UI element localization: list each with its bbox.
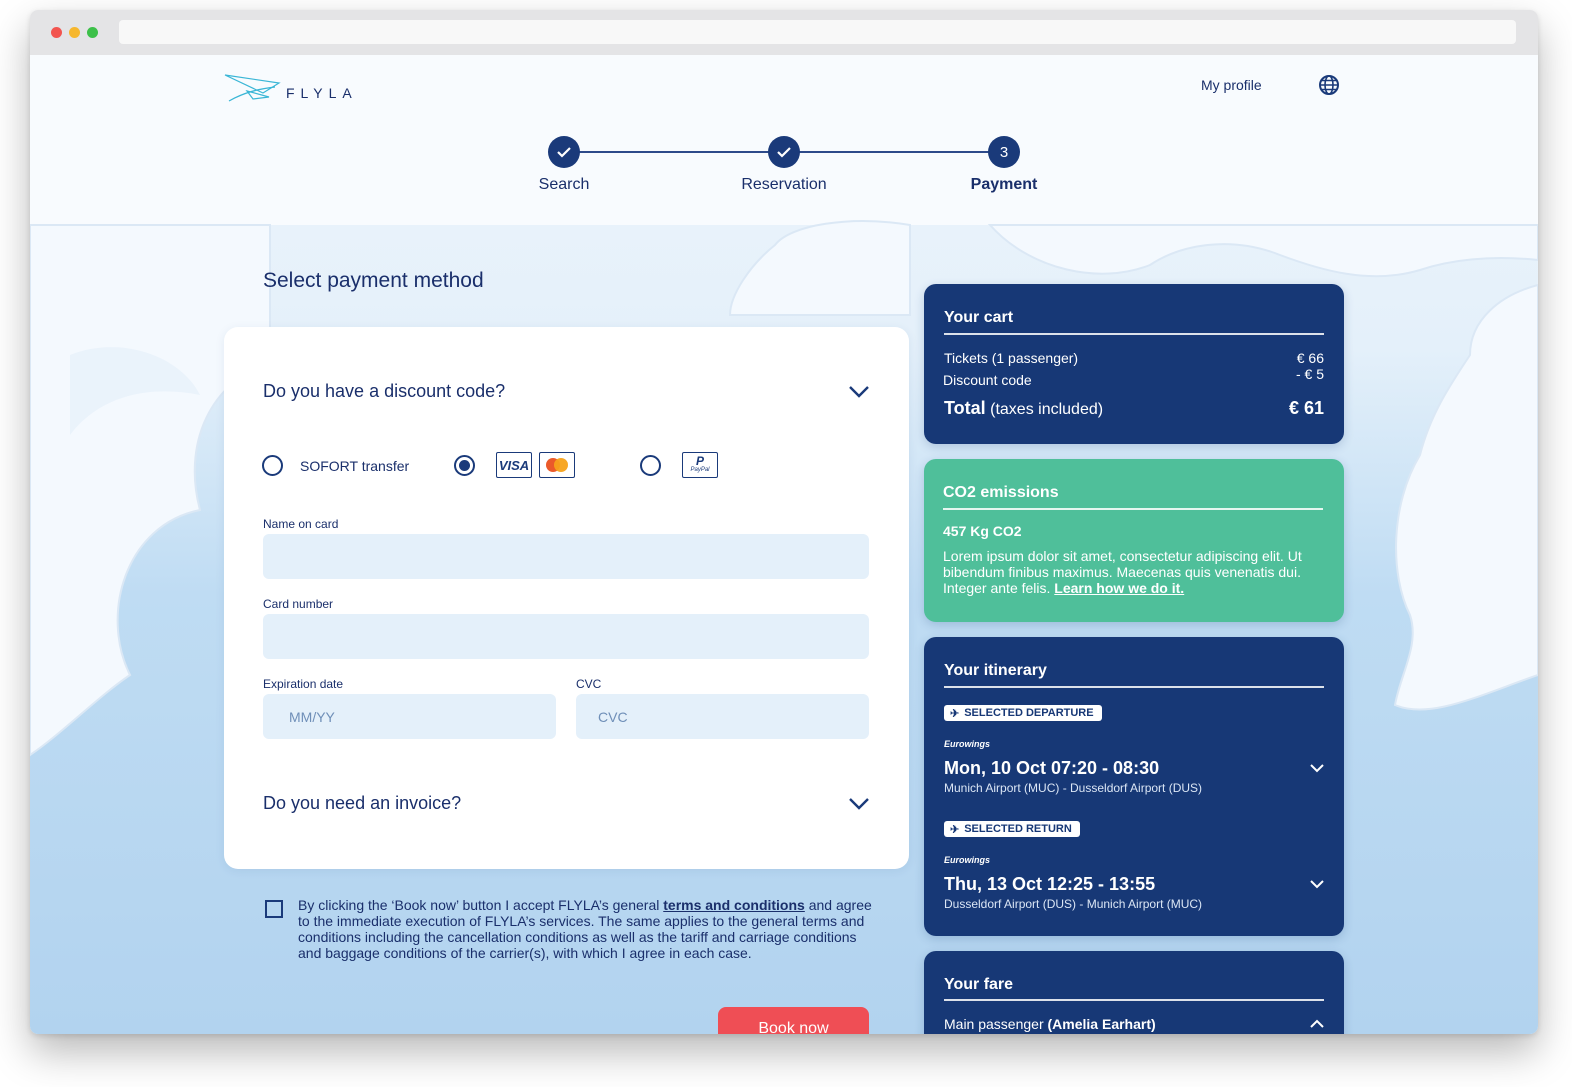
airline-logo: Eurowings [944, 855, 991, 865]
discount-price: - € 5 [1295, 366, 1324, 382]
globe-icon[interactable] [1318, 74, 1340, 96]
terms-link[interactable]: terms and conditions [663, 897, 805, 913]
chevron-up-icon[interactable] [1309, 1019, 1325, 1029]
step-label-payment: Payment [970, 176, 1038, 193]
chevron-down-icon[interactable] [1309, 763, 1325, 773]
fare-panel: Your fare Main passenger (Amelia Earhart… [924, 951, 1344, 1034]
card-number-input[interactable] [263, 614, 869, 659]
step-payment-number: 3 [988, 136, 1020, 168]
itinerary-title: Your itinerary [944, 662, 1047, 679]
terms-checkbox[interactable] [265, 900, 283, 918]
payment-form-card: Do you have a discount code? SOFORT tran… [224, 327, 909, 869]
checkout-page: FLYLA My profile 3 Search Reservation Pa… [30, 55, 1538, 1034]
chevron-down-icon[interactable] [1309, 879, 1325, 889]
divider [944, 686, 1324, 688]
radio-sofort[interactable] [262, 455, 283, 476]
address-bar[interactable] [119, 20, 1516, 44]
step-search-check-icon [548, 136, 580, 168]
my-profile-link[interactable]: My profile [1201, 77, 1262, 93]
minimize-window-dot[interactable] [69, 27, 80, 38]
name-on-card-input[interactable] [263, 534, 869, 579]
itinerary-panel: Your itinerary ✈ SELECTED DEPARTURE Eurow… [924, 637, 1344, 936]
cart-panel: Your cart Tickets (1 passenger) € 66 Dis… [924, 284, 1344, 444]
plane-departure-icon: ✈ [950, 707, 960, 720]
close-window-dot[interactable] [51, 27, 62, 38]
brand-name: FLYLA [286, 85, 358, 101]
tickets-price: € 66 [1296, 350, 1324, 366]
expiration-date-label: Expiration date [263, 677, 344, 691]
plane-return-icon: ✈ [950, 823, 960, 836]
radio-paypal[interactable] [640, 455, 661, 476]
step-label-reservation[interactable]: Reservation [704, 176, 864, 194]
paypal-icon: P PayPal [682, 452, 718, 478]
expiration-date-input[interactable] [263, 694, 556, 739]
co2-title: CO2 emissions [943, 484, 1059, 501]
browser-chrome [30, 10, 1538, 55]
airline-logo: Eurowings [944, 739, 991, 749]
sofort-label: SOFORT transfer [300, 458, 410, 474]
browser-window: FLYLA My profile 3 Search Reservation Pa… [30, 10, 1538, 1034]
departure-route: Munich Airport (MUC) - Dusseldorf Airpor… [944, 781, 1203, 795]
mastercard-icon [539, 452, 575, 478]
divider [944, 999, 1324, 1001]
step-label-search[interactable]: Search [484, 176, 644, 194]
chevron-down-icon[interactable] [848, 385, 870, 399]
tickets-row: Tickets (1 passenger) [944, 350, 1079, 366]
maximize-window-dot[interactable] [87, 27, 98, 38]
total-row: Total (taxes included) [944, 398, 1104, 418]
total-price: € 61 [1288, 398, 1324, 418]
co2-panel: CO2 emissions 457 Kg CO2 Lorem ipsum dol… [924, 459, 1344, 622]
card-number-label: Card number [263, 597, 334, 611]
cart-title: Your cart [944, 309, 1014, 326]
terms-text: By clicking the ‘Book now’ button I acce… [298, 897, 872, 961]
cvc-label: CVC [576, 677, 602, 691]
return-route: Dusseldorf Airport (DUS) - Munich Airpor… [944, 897, 1203, 911]
fare-title: Your fare [944, 976, 1014, 993]
return-time: Thu, 13 Oct 12:25 - 13:55 [944, 874, 1156, 894]
co2-description: Lorem ipsum dolor sit amet, consectetur … [943, 548, 1302, 596]
discount-code-toggle[interactable]: Do you have a discount code? [263, 381, 505, 402]
section-title: Select payment method [263, 269, 484, 292]
departure-tag: ✈ SELECTED DEPARTURE [944, 705, 1102, 721]
name-on-card-label: Name on card [263, 517, 339, 531]
discount-row: Discount code [943, 372, 1032, 388]
main-passenger-row[interactable]: Main passenger (Amelia Earhart) [944, 1016, 1156, 1032]
divider [943, 508, 1323, 510]
co2-amount: 457 Kg CO2 [943, 523, 1022, 539]
cvc-input[interactable] [576, 694, 869, 739]
divider [944, 333, 1324, 335]
invoice-toggle[interactable]: Do you need an invoice? [263, 793, 461, 814]
chevron-down-icon[interactable] [848, 797, 870, 811]
book-now-button[interactable]: Book now [718, 1007, 869, 1034]
visa-icon: VISA [496, 452, 532, 478]
return-tag: ✈ SELECTED RETURN [944, 821, 1080, 837]
learn-more-link[interactable]: Learn how we do it. [1054, 580, 1184, 596]
departure-time: Mon, 10 Oct 07:20 - 08:30 [944, 758, 1160, 778]
radio-card[interactable] [454, 455, 475, 476]
step-reservation-check-icon [768, 136, 800, 168]
